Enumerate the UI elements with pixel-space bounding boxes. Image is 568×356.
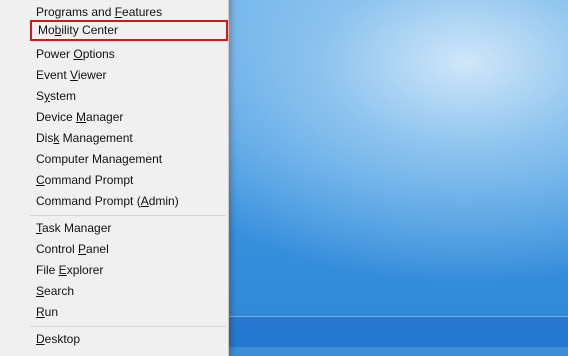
menu-item-label: eatures xyxy=(122,5,163,19)
menu-item-label: xplorer xyxy=(66,263,104,277)
menu-item-label: Programs and xyxy=(36,5,115,19)
menu-item-computer-management[interactable]: Computer Management xyxy=(30,149,222,170)
menu-item-accelerator: g xyxy=(122,152,129,166)
menu-item-device-manager[interactable]: Device Manager xyxy=(30,107,222,128)
menu-item-label: anel xyxy=(86,242,109,256)
menu-item-accelerator: E xyxy=(58,263,67,277)
menu-item-label: Power xyxy=(36,47,74,61)
menu-item-label: ommand Prompt xyxy=(44,173,134,187)
menu-item-label: esktop xyxy=(44,332,81,346)
menu-item-accelerator: M xyxy=(76,110,87,124)
menu-item-label: earch xyxy=(44,284,75,298)
menu-item-label: Management xyxy=(59,131,133,145)
menu-item-label: un xyxy=(44,305,59,319)
menu-item-command-prompt[interactable]: Command Prompt xyxy=(30,170,222,191)
menu-item-label: ility Center xyxy=(61,23,119,37)
menu-item-search[interactable]: Search xyxy=(30,281,222,302)
menu-item-label: ask Manager xyxy=(42,221,112,235)
menu-item-power-options[interactable]: Power Options xyxy=(30,44,222,65)
menu-item-label: Event xyxy=(36,68,71,82)
menu-item-label: iewer xyxy=(77,68,107,82)
menu-item-control-panel[interactable]: Control Panel xyxy=(30,239,222,260)
menu-item-label: Control xyxy=(36,242,79,256)
menu-item-mobility-center[interactable]: Mobility Center xyxy=(30,20,228,41)
menu-item-label: ptions xyxy=(82,47,115,61)
menu-item-label: Dis xyxy=(36,131,54,145)
menu-item-task-manager[interactable]: Task Manager xyxy=(30,218,222,239)
menu-item-accelerator: P xyxy=(78,242,87,256)
menu-item-accelerator: R xyxy=(36,305,45,319)
menu-item-label: ement xyxy=(128,152,163,166)
menu-item-label: Computer Mana xyxy=(36,152,123,166)
menu-item-accelerator: V xyxy=(70,68,78,82)
menu-item-label: stem xyxy=(50,89,77,103)
menu-item-accelerator: A xyxy=(140,194,149,208)
menu-item-run[interactable]: Run xyxy=(30,302,222,323)
menu-item-label: S xyxy=(36,89,45,103)
menu-separator xyxy=(30,215,226,216)
menu-item-accelerator: O xyxy=(73,47,83,61)
menu-item-label: File xyxy=(36,263,59,277)
menu-item-label: anager xyxy=(86,110,124,124)
menu-item-accelerator: D xyxy=(36,332,45,346)
menu-item-accelerator: F xyxy=(114,5,123,19)
quick-link-menu: Programs and Features Mobility Center Po… xyxy=(0,0,229,356)
menu-item-accelerator: C xyxy=(36,173,45,187)
menu-item-accelerator: S xyxy=(36,284,45,298)
menu-item-disk-management[interactable]: Disk Management xyxy=(30,128,222,149)
menu-item-system[interactable]: System xyxy=(30,86,222,107)
menu-item-label: dmin) xyxy=(148,194,179,208)
menu-item-command-prompt-admin[interactable]: Command Prompt (Admin) xyxy=(30,191,222,212)
menu-separator xyxy=(30,326,226,327)
menu-item-file-explorer[interactable]: File Explorer xyxy=(30,260,222,281)
menu-item-event-viewer[interactable]: Event Viewer xyxy=(30,65,222,86)
menu-item-label: Command Prompt ( xyxy=(36,194,141,208)
menu-item-label: Device xyxy=(36,110,77,124)
menu-item-label: Mo xyxy=(38,23,55,37)
